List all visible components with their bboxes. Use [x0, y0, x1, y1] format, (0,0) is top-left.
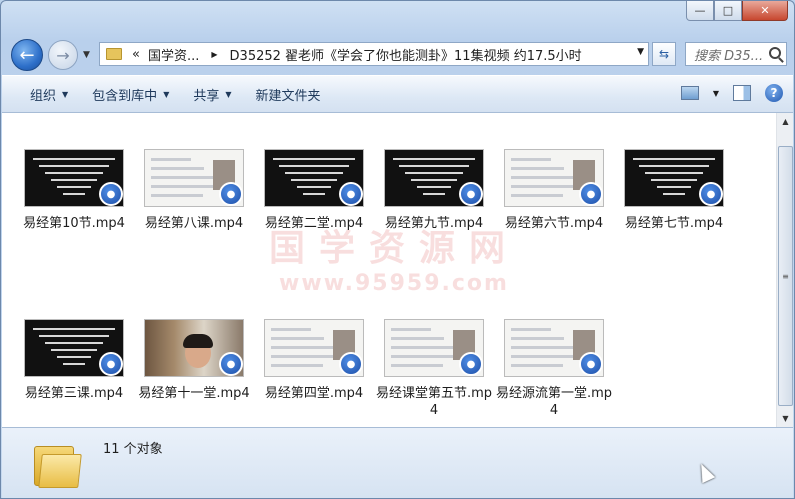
- chevron-down-icon: ▼: [163, 89, 170, 99]
- new-folder-label: 新建文件夹: [255, 88, 321, 104]
- scroll-down-icon[interactable]: ▼: [778, 410, 793, 427]
- preview-pane-icon[interactable]: [733, 85, 751, 101]
- media-player-icon: ●: [99, 182, 123, 206]
- scroll-up-icon[interactable]: ▲: [778, 113, 793, 130]
- media-player-icon: ●: [579, 352, 603, 376]
- media-player-icon: ●: [339, 352, 363, 376]
- folder-icon: [34, 440, 82, 488]
- file-item[interactable]: ● 易经第二堂.mp4: [254, 149, 374, 232]
- file-name: 易经课堂第五节.mp4: [375, 386, 493, 418]
- close-button[interactable]: ✕: [742, 1, 788, 21]
- file-item[interactable]: ● 易经课堂第五节.mp4: [374, 319, 494, 419]
- view-options-chevron-icon[interactable]: ▼: [713, 89, 719, 98]
- item-count: 11 个对象: [103, 442, 163, 457]
- include-in-library-label: 包含到库中: [92, 88, 158, 104]
- video-thumbnail: ●: [144, 319, 244, 377]
- video-thumbnail: ●: [264, 319, 364, 377]
- toolbar-right-group: ▼ ?: [680, 84, 783, 102]
- back-arrow-icon: ←: [19, 44, 35, 66]
- video-thumbnail: ●: [144, 149, 244, 207]
- video-thumbnail: ●: [504, 149, 604, 207]
- back-button[interactable]: ←: [11, 39, 43, 71]
- forward-button[interactable]: →: [48, 40, 78, 70]
- breadcrumb-segment-2[interactable]: D35252 翟老师《学会了你也能测卦》11集视频 约17.5小时: [226, 45, 586, 64]
- video-thumbnail: ●: [504, 319, 604, 377]
- folder-icon: [106, 48, 122, 60]
- share-label: 共享: [193, 88, 220, 104]
- file-name: 易经第九节.mp4: [384, 216, 484, 231]
- maximize-button[interactable]: □: [714, 1, 742, 21]
- file-name: 易经第二堂.mp4: [264, 216, 364, 231]
- video-thumbnail: ●: [24, 319, 124, 377]
- media-player-icon: ●: [579, 182, 603, 206]
- video-thumbnail: ●: [24, 149, 124, 207]
- refresh-icon: ⇆: [658, 47, 670, 61]
- address-bar[interactable]: « 国学资... ▶ D35252 翟老师《学会了你也能测卦》11集视频 约17…: [99, 42, 649, 66]
- change-view-icon[interactable]: [680, 86, 699, 100]
- details-pane: 11 个对象: [2, 427, 793, 498]
- chevron-down-icon: ▼: [225, 89, 232, 99]
- file-item[interactable]: ● 易经第10节.mp4: [14, 149, 134, 232]
- media-player-icon: ●: [699, 182, 723, 206]
- forward-arrow-icon: →: [56, 45, 70, 65]
- minimize-button[interactable]: —: [686, 1, 714, 21]
- help-icon[interactable]: ?: [765, 84, 783, 102]
- breadcrumb-arrow-icon[interactable]: ▶: [203, 50, 225, 59]
- media-player-icon: ●: [339, 182, 363, 206]
- media-player-icon: ●: [219, 182, 243, 206]
- file-name: 易经第十一堂.mp4: [138, 386, 250, 401]
- include-in-library-menu[interactable]: 包含到库中 ▼: [80, 85, 181, 104]
- file-name: 易经源流第一堂.mp4: [495, 386, 613, 418]
- organize-label: 组织: [30, 88, 57, 104]
- video-thumbnail: ●: [384, 149, 484, 207]
- chevron-down-icon: ▼: [62, 89, 69, 99]
- media-player-icon: ●: [459, 182, 483, 206]
- media-player-icon: ●: [459, 352, 483, 376]
- media-player-icon: ●: [99, 352, 123, 376]
- refresh-button[interactable]: ⇆: [652, 42, 676, 66]
- caption-buttons: — □ ✕: [686, 1, 788, 21]
- scroll-thumb[interactable]: ≡: [778, 146, 793, 406]
- media-player-icon: ●: [219, 352, 243, 376]
- file-item[interactable]: ● 易经第六节.mp4: [494, 149, 614, 232]
- video-thumbnail: ●: [264, 149, 364, 207]
- file-name: 易经第八课.mp4: [144, 216, 244, 231]
- recent-pages-dropdown[interactable]: ▼: [83, 50, 90, 60]
- search-icon[interactable]: [769, 47, 781, 59]
- address-dropdown-icon[interactable]: ▼: [637, 47, 644, 57]
- address-chevron[interactable]: «: [128, 47, 144, 62]
- vertical-scrollbar[interactable]: ▲ ≡ ▼: [776, 113, 793, 427]
- video-thumbnail: ●: [384, 319, 484, 377]
- breadcrumb-segment-1[interactable]: 国学资...: [144, 45, 203, 64]
- watermark-url: www.95959.com: [279, 271, 509, 296]
- navigation-bar: ← → ▼ « 国学资... ▶ D35252 翟老师《学会了你也能测卦》11集…: [1, 37, 794, 73]
- command-toolbar: 组织 ▼ 包含到库中 ▼ 共享 ▼ 新建文件夹 ▼ ?: [2, 75, 793, 113]
- file-item[interactable]: ● 易经第八课.mp4: [134, 149, 254, 232]
- file-name: 易经第六节.mp4: [504, 216, 604, 231]
- file-item[interactable]: ● 易经第十一堂.mp4: [134, 319, 254, 402]
- search-input[interactable]: 搜索 D35...: [685, 42, 787, 66]
- search-placeholder: 搜索 D35...: [694, 48, 764, 64]
- explorer-window: — □ ✕ ← → ▼ « 国学资... ▶ D35252 翟老师《学会了你也能…: [0, 0, 795, 499]
- video-thumbnail: ●: [624, 149, 724, 207]
- file-item[interactable]: ● 易经源流第一堂.mp4: [494, 319, 614, 419]
- file-item[interactable]: ● 易经第九节.mp4: [374, 149, 494, 232]
- file-name: 易经第七节.mp4: [624, 216, 724, 231]
- file-item[interactable]: ● 易经第七节.mp4: [614, 149, 734, 232]
- share-menu[interactable]: 共享 ▼: [181, 85, 243, 104]
- file-name: 易经第三课.mp4: [24, 386, 124, 401]
- file-item[interactable]: ● 易经第三课.mp4: [14, 319, 134, 402]
- file-name: 易经第10节.mp4: [23, 216, 125, 231]
- organize-menu[interactable]: 组织 ▼: [18, 85, 80, 104]
- file-item[interactable]: ● 易经第四堂.mp4: [254, 319, 374, 402]
- new-folder-button[interactable]: 新建文件夹: [244, 85, 333, 104]
- file-name: 易经第四堂.mp4: [264, 386, 364, 401]
- file-list-area: 国学资源网 www.95959.com ● 易经第10节.mp4 ● 易经第八课.mp…: [2, 113, 793, 427]
